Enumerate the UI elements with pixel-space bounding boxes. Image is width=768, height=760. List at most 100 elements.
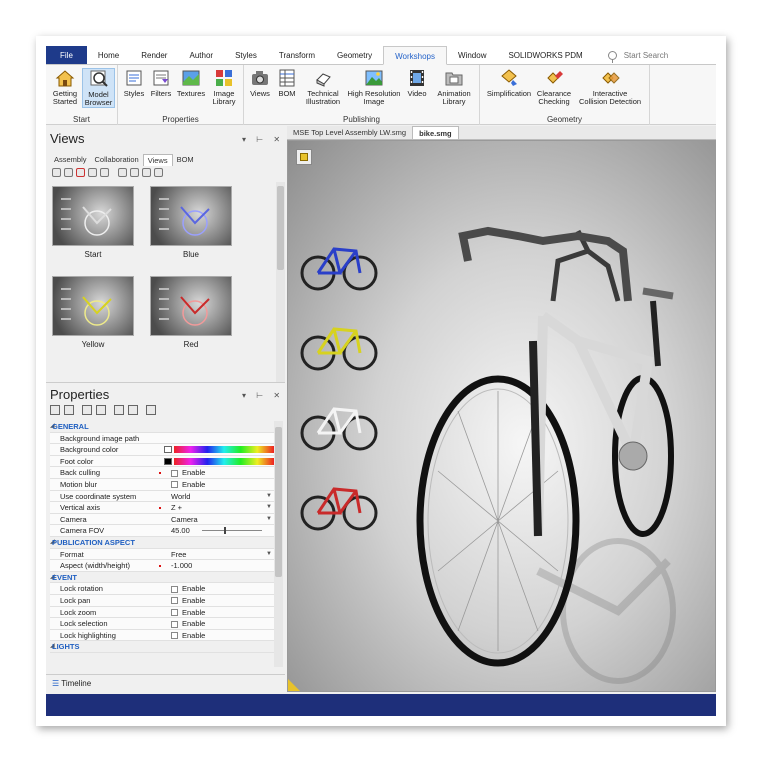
bike-variant-white[interactable] bbox=[300, 407, 378, 451]
sort-alphabetical-icon[interactable] bbox=[64, 405, 74, 415]
tab-workshops[interactable]: Workshops bbox=[383, 46, 448, 65]
simplification-button[interactable]: Simplification bbox=[484, 68, 534, 98]
property-row[interactable]: Back culling Enable bbox=[50, 467, 274, 479]
styles-button[interactable]: Styles bbox=[122, 68, 146, 98]
edit-icon[interactable] bbox=[128, 405, 138, 415]
start-search[interactable]: Start Search bbox=[594, 46, 668, 64]
tab-styles[interactable]: Styles bbox=[224, 46, 268, 64]
interactive-collision-detection-button[interactable]: Interactive Collision Detection bbox=[574, 68, 646, 106]
tab-window[interactable]: Window bbox=[447, 46, 497, 64]
checkbox[interactable] bbox=[171, 585, 178, 593]
fov-slider[interactable] bbox=[202, 527, 262, 535]
camera-view-3-icon[interactable] bbox=[142, 168, 151, 177]
delete-view-icon[interactable] bbox=[76, 168, 85, 177]
property-row[interactable]: Background image path bbox=[50, 432, 274, 445]
color-swatch[interactable] bbox=[164, 446, 172, 454]
high-resolution-image-button[interactable]: High Resolution Image bbox=[346, 68, 402, 106]
section-general[interactable]: ◢ GENERAL bbox=[50, 421, 274, 433]
checkbox[interactable] bbox=[171, 597, 178, 605]
checkbox[interactable] bbox=[171, 632, 178, 640]
bike-variant-yellow[interactable] bbox=[300, 327, 378, 371]
dropdown-arrow-icon[interactable]: ▼ bbox=[266, 502, 272, 513]
view-properties-icon[interactable] bbox=[88, 168, 97, 177]
tab-transform[interactable]: Transform bbox=[268, 46, 326, 64]
properties-scrollbar-thumb[interactable] bbox=[275, 427, 282, 577]
property-row[interactable]: Aspect (width/height) -1.000 bbox=[50, 560, 274, 572]
views-panel-controls[interactable]: ▾ ⊢ ✕ bbox=[242, 135, 284, 144]
undo-icon[interactable] bbox=[82, 405, 92, 415]
subtab-views[interactable]: Views bbox=[142, 154, 173, 166]
export-properties-icon[interactable] bbox=[146, 405, 156, 415]
properties-panel-controls[interactable]: ▾ ⊢ ✕ bbox=[242, 391, 284, 400]
fov-slider-handle[interactable] bbox=[224, 527, 226, 535]
view-thumbnail-start[interactable] bbox=[52, 186, 134, 246]
subtab-assembly[interactable]: Assembly bbox=[50, 154, 91, 166]
views-scrollbar[interactable] bbox=[276, 182, 285, 382]
property-row[interactable]: Vertical axis Z + ▼ bbox=[50, 502, 274, 514]
bike-variant-blue[interactable] bbox=[300, 247, 378, 291]
video-button[interactable]: Video bbox=[404, 68, 430, 98]
bom-button[interactable]: BOM bbox=[275, 68, 299, 98]
properties-scrollbar[interactable] bbox=[274, 421, 283, 667]
3d-viewport[interactable] bbox=[287, 140, 716, 692]
subtab-bom[interactable]: BOM bbox=[173, 154, 198, 166]
section-lights[interactable]: ◢ LIGHTS bbox=[50, 641, 274, 653]
model-browser-button[interactable]: Model Browser bbox=[82, 68, 115, 108]
view-thumbnail-blue[interactable] bbox=[150, 186, 232, 246]
camera-properties-icon[interactable] bbox=[114, 405, 124, 415]
bike-variant-red[interactable] bbox=[300, 487, 378, 531]
timeline-tab[interactable]: ☰ Timeline bbox=[46, 674, 285, 692]
property-row[interactable]: Lock rotation Enable bbox=[50, 583, 274, 595]
tab-render[interactable]: Render bbox=[130, 46, 178, 64]
image-library-button[interactable]: Image Library bbox=[208, 68, 240, 106]
subtab-collaboration[interactable]: Collaboration bbox=[91, 154, 143, 166]
filters-button[interactable]: Filters bbox=[149, 68, 173, 98]
brush-icon[interactable] bbox=[100, 168, 109, 177]
property-row[interactable]: Lock selection Enable bbox=[50, 618, 274, 630]
tab-author[interactable]: Author bbox=[178, 46, 224, 64]
dropdown-arrow-icon[interactable]: ▼ bbox=[266, 491, 272, 502]
update-view-icon[interactable] bbox=[64, 168, 73, 177]
property-row[interactable]: Motion blur Enable bbox=[50, 478, 274, 491]
dropdown-arrow-icon[interactable]: ▼ bbox=[266, 514, 272, 525]
views-scrollbar-thumb[interactable] bbox=[277, 186, 284, 270]
doc-tab-mse-assembly[interactable]: MSE Top Level Assembly LW.smg bbox=[287, 126, 412, 139]
tab-geometry[interactable]: Geometry bbox=[326, 46, 383, 64]
color-picker-bar[interactable] bbox=[174, 457, 274, 465]
property-row[interactable]: Foot color bbox=[50, 455, 274, 468]
property-row[interactable]: Lock pan Enable bbox=[50, 594, 274, 607]
checkbox[interactable] bbox=[171, 469, 178, 477]
technical-illustration-button[interactable]: Technical Illustration bbox=[302, 68, 344, 106]
view-thumbnail-red[interactable] bbox=[150, 276, 232, 336]
color-picker-bar[interactable] bbox=[174, 446, 274, 454]
section-event[interactable]: ◢ EVENT bbox=[50, 571, 274, 584]
view-thumbnail-yellow[interactable] bbox=[52, 276, 134, 336]
doc-tab-bike[interactable]: bike.smg bbox=[412, 126, 459, 139]
property-row[interactable]: Camera Camera ▼ bbox=[50, 513, 274, 526]
camera-view-2-icon[interactable] bbox=[130, 168, 139, 177]
camera-view-1-icon[interactable] bbox=[118, 168, 127, 177]
clearance-checking-button[interactable]: Clearance Checking bbox=[536, 68, 572, 106]
redo-icon[interactable] bbox=[96, 405, 106, 415]
camera-view-4-icon[interactable] bbox=[154, 168, 163, 177]
checkbox[interactable] bbox=[171, 620, 178, 628]
color-swatch[interactable] bbox=[164, 457, 172, 465]
animation-library-button[interactable]: Animation Library bbox=[434, 68, 474, 106]
section-publication-aspect[interactable]: ◢ PUBLICATION ASPECT bbox=[50, 536, 274, 549]
property-row[interactable]: Format Free ▼ bbox=[50, 548, 274, 561]
property-row[interactable]: Lock highlighting Enable bbox=[50, 629, 274, 642]
views-button[interactable]: Views bbox=[248, 68, 272, 98]
checkbox[interactable] bbox=[171, 609, 178, 617]
dropdown-arrow-icon[interactable]: ▼ bbox=[266, 549, 272, 560]
property-row[interactable]: Lock zoom Enable bbox=[50, 606, 274, 619]
textures-button[interactable]: Textures bbox=[176, 68, 206, 98]
tab-file[interactable]: File bbox=[46, 46, 87, 64]
tab-solidworks-pdm[interactable]: SOLIDWORKS PDM bbox=[497, 46, 593, 64]
getting-started-button[interactable]: Getting Started bbox=[49, 68, 81, 106]
tab-home[interactable]: Home bbox=[87, 46, 130, 64]
create-view-icon[interactable] bbox=[52, 168, 61, 177]
checkbox[interactable] bbox=[171, 481, 178, 489]
property-row[interactable]: Background color bbox=[50, 444, 274, 456]
property-row[interactable]: Camera FOV 45.00 bbox=[50, 525, 274, 537]
property-row[interactable]: Use coordinate system World ▼ bbox=[50, 490, 274, 503]
